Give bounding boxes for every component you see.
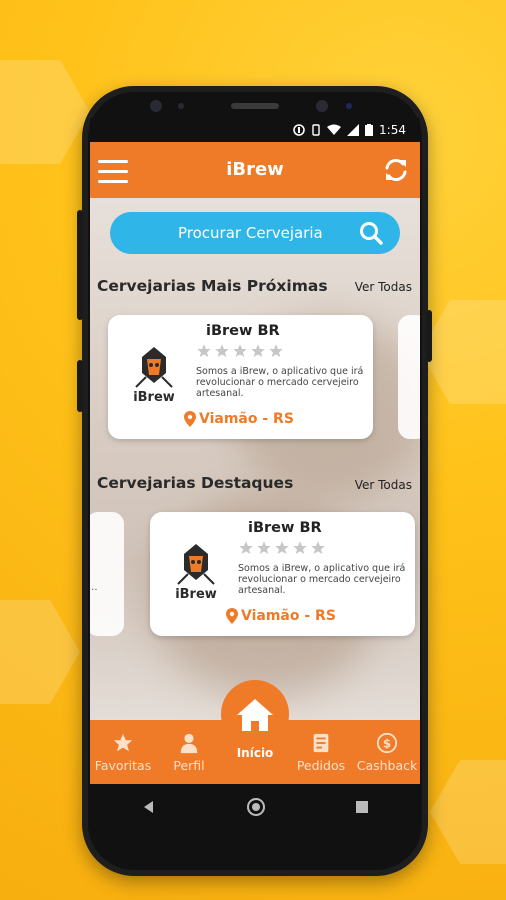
search-bar[interactable]: Procurar Cervejaria xyxy=(110,212,400,254)
nav-item-favorites[interactable]: Favoritas xyxy=(90,720,156,784)
alarm-icon xyxy=(293,124,305,136)
signal-icon xyxy=(347,124,360,136)
brewery-location: Viamão - RS xyxy=(184,411,294,427)
brewery-location: Viamão - RS xyxy=(226,608,336,624)
star-empty-icon xyxy=(293,541,307,554)
dollar-circle-icon: $ xyxy=(376,732,398,753)
battery-icon xyxy=(365,124,374,136)
app-bar: iBrew xyxy=(90,142,420,198)
background-hexagon xyxy=(420,300,506,404)
star-empty-icon xyxy=(197,344,211,357)
star-empty-icon xyxy=(311,541,325,554)
brewery-description: Somos a iBrew, o aplicativo que irá revo… xyxy=(238,563,406,596)
back-icon[interactable] xyxy=(141,799,157,815)
power-button xyxy=(426,310,432,362)
brewery-name: iBrew BR xyxy=(248,520,322,536)
front-camera xyxy=(150,100,162,112)
map-pin-icon xyxy=(184,411,196,427)
svg-text:$: $ xyxy=(383,736,391,750)
search-placeholder: Procurar Cervejaria xyxy=(178,224,323,242)
ibrew-logo-icon: iBrew xyxy=(133,347,175,405)
front-camera-secondary xyxy=(316,100,328,112)
background-hexagon xyxy=(0,600,80,704)
proximity-sensor xyxy=(346,103,352,109)
section-title-featured: Cervejarias Destaques xyxy=(97,474,294,492)
brewery-card[interactable]: iBrew iBrew BR Somos a iBrew, o aplicati… xyxy=(150,512,415,636)
background-hexagon xyxy=(430,760,506,864)
star-empty-icon xyxy=(257,541,271,554)
see-all-nearest-link[interactable]: Ver Todas xyxy=(355,280,412,294)
nav-item-home-label[interactable]: Início xyxy=(227,746,283,760)
rating-stars xyxy=(238,540,326,556)
nav-item-label: Perfil xyxy=(173,757,205,773)
brewery-name: iBrew BR xyxy=(206,323,280,339)
nav-item-label: Cashback xyxy=(356,757,418,773)
vibrate-icon xyxy=(312,124,320,136)
bottom-navigation: Início Favoritas Perfil Pedidos $ Cashba… xyxy=(90,680,420,784)
previous-card-ellipsis: ... xyxy=(90,582,98,593)
star-empty-icon xyxy=(215,344,229,357)
nav-item-orders[interactable]: Pedidos xyxy=(288,720,354,784)
brewery-description: Somos a iBrew, o aplicativo que irá revo… xyxy=(196,366,364,399)
previous-brewery-card[interactable]: ... xyxy=(90,512,124,636)
recents-icon[interactable] xyxy=(355,800,369,814)
star-empty-icon xyxy=(269,344,283,357)
receipt-icon xyxy=(313,733,329,752)
system-navigation-bar xyxy=(96,784,414,830)
location-text: Viamão - RS xyxy=(199,411,294,427)
wifi-icon xyxy=(327,124,342,135)
svg-text:iBrew: iBrew xyxy=(175,587,217,602)
front-sensor xyxy=(178,103,184,109)
nav-item-label: Pedidos xyxy=(296,757,346,773)
next-brewery-card[interactable] xyxy=(398,315,420,439)
see-all-featured-link[interactable]: Ver Todas xyxy=(355,478,412,492)
person-icon xyxy=(180,733,198,753)
refresh-icon[interactable] xyxy=(382,156,410,184)
section-title-nearest: Cervejarias Mais Próximas xyxy=(97,277,328,295)
star-empty-icon xyxy=(233,344,247,357)
nav-item-cashback[interactable]: $ Cashback xyxy=(354,720,420,784)
map-pin-icon xyxy=(226,608,238,624)
star-empty-icon xyxy=(275,541,289,554)
nav-item-profile[interactable]: Perfil xyxy=(156,720,222,784)
star-empty-icon xyxy=(251,344,265,357)
nav-item-label: Favoritas xyxy=(94,757,152,773)
star-icon xyxy=(113,733,133,751)
bixby-button xyxy=(77,360,83,412)
phone-speaker xyxy=(231,103,279,109)
search-icon[interactable] xyxy=(358,220,384,246)
volume-button xyxy=(77,210,83,320)
star-empty-icon xyxy=(239,541,253,554)
svg-text:iBrew: iBrew xyxy=(133,390,175,405)
app-title: iBrew xyxy=(226,159,284,180)
rating-stars xyxy=(196,343,284,359)
background-hexagon xyxy=(0,60,90,164)
home-circle-icon[interactable] xyxy=(246,797,266,817)
status-bar: 1:54 xyxy=(90,118,420,142)
ibrew-logo-icon: iBrew xyxy=(175,544,217,602)
app-screen: 1:54 iBrew Procurar Cervejaria Cervejari… xyxy=(90,118,420,784)
status-time: 1:54 xyxy=(379,123,406,137)
home-icon[interactable] xyxy=(236,698,274,732)
location-text: Viamão - RS xyxy=(241,608,336,624)
brewery-card[interactable]: iBrew iBrew BR Somos a iBrew, o aplicati… xyxy=(108,315,373,439)
main-content[interactable]: Procurar Cervejaria Cervejarias Mais Pró… xyxy=(90,198,420,720)
